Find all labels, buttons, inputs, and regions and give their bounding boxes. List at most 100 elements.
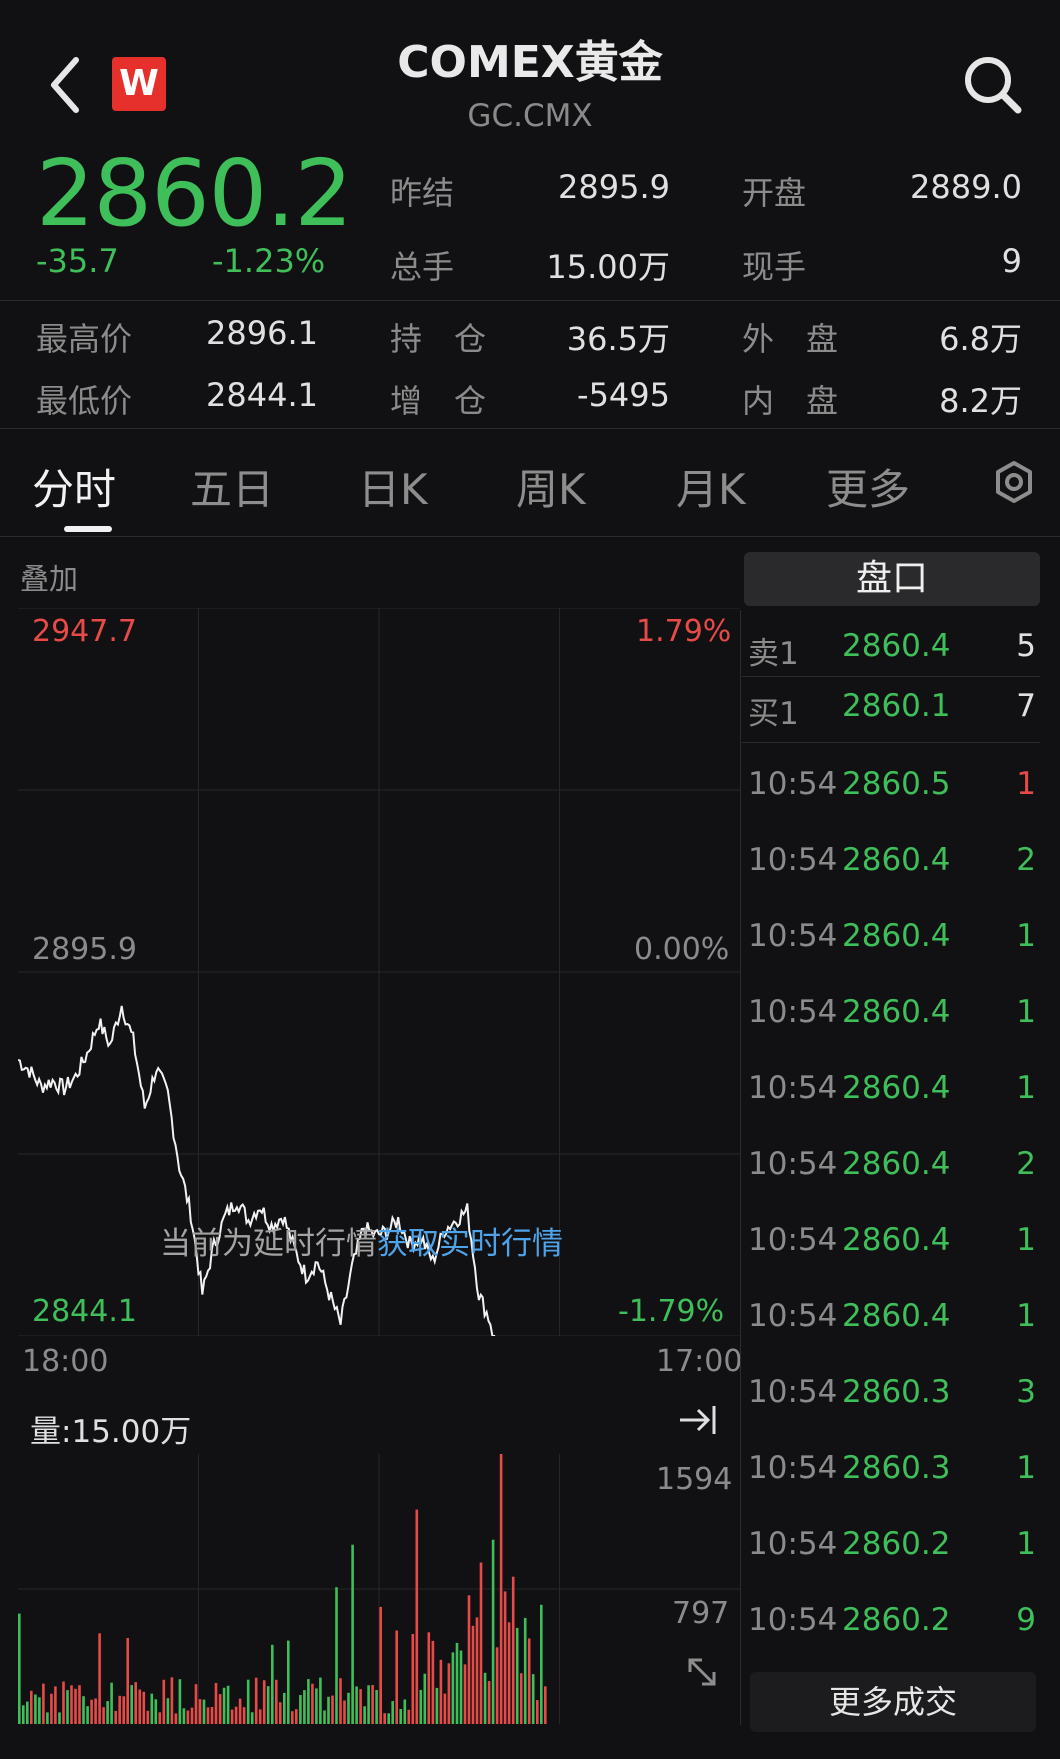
- search-button[interactable]: [960, 52, 1026, 118]
- y-axis-bottom-label: 2844.1: [32, 1294, 137, 1329]
- volume-bar: [315, 1688, 318, 1724]
- volume-bar: [536, 1700, 539, 1724]
- tab-more[interactable]: 更多: [826, 456, 910, 517]
- volume-bar: [74, 1688, 77, 1724]
- volume-bar: [174, 1713, 178, 1724]
- volume-bar: [279, 1702, 282, 1724]
- volume-bar: [42, 1683, 45, 1724]
- tab-five-day[interactable]: 五日: [190, 456, 274, 517]
- volume-bar: [443, 1693, 447, 1724]
- chart-settings-button[interactable]: [992, 460, 1036, 504]
- volume-bar: [62, 1681, 65, 1724]
- trade-price: 2860.5: [842, 766, 951, 802]
- instrument-code: GC.CMX: [467, 98, 593, 134]
- volume-bar: [383, 1713, 386, 1724]
- volume-bar: [82, 1696, 85, 1724]
- volume-bar: [186, 1710, 190, 1724]
- page-title: COMEX黄金: [397, 37, 663, 88]
- trade-time: 10:54: [748, 994, 838, 1030]
- volume-bar: [367, 1685, 370, 1724]
- collapse-right-icon: [680, 1406, 716, 1434]
- tab-intraday[interactable]: 分时: [32, 456, 116, 517]
- collapse-panel-button[interactable]: [674, 1398, 722, 1442]
- stat-label: 内 盘: [742, 382, 839, 420]
- last-price: 2860.2: [36, 140, 353, 247]
- trade-price: 2860.4: [842, 842, 951, 878]
- volume-bar: [439, 1659, 443, 1724]
- volume-bar: [475, 1617, 479, 1724]
- orderbook-tab[interactable]: 盘口: [744, 552, 1040, 606]
- volume-bar: [355, 1686, 358, 1724]
- volume-bar: [150, 1693, 154, 1724]
- volume-bar: [295, 1709, 298, 1724]
- price-change: -35.7: [36, 242, 119, 280]
- tab-daily-k[interactable]: 日K: [358, 456, 428, 517]
- volume-bar: [46, 1712, 49, 1724]
- volume-bar: [170, 1677, 174, 1724]
- more-trades-button[interactable]: 更多成交: [750, 1672, 1036, 1732]
- overlay-button[interactable]: 叠加: [20, 556, 78, 598]
- volume-bar: [162, 1679, 166, 1724]
- volume-bar: [435, 1687, 439, 1724]
- volume-mid-label: 797: [672, 1596, 730, 1631]
- stat-value: 6.8万: [939, 320, 1022, 358]
- volume-bar: [303, 1690, 306, 1724]
- volume-bar: [483, 1672, 487, 1724]
- volume-bar: [451, 1652, 455, 1724]
- tab-weekly-k[interactable]: 周K: [516, 456, 586, 517]
- volume-bar: [487, 1681, 491, 1724]
- fullscreen-button[interactable]: [682, 1652, 722, 1692]
- divider: [0, 536, 1060, 537]
- trade-row: 10:54 2860.4 1: [748, 1290, 1038, 1350]
- price-change-pct: -1.23%: [212, 242, 326, 280]
- volume-bar: [198, 1699, 202, 1724]
- trade-row: 10:54 2860.4 1: [748, 1214, 1038, 1274]
- volume-bar: [519, 1673, 523, 1724]
- volume-bar: [387, 1713, 390, 1724]
- volume-bar: [138, 1689, 142, 1724]
- volume-bar: [190, 1707, 194, 1724]
- volume-bar: [230, 1709, 234, 1724]
- trade-time: 10:54: [748, 766, 838, 802]
- volume-bar: [130, 1685, 133, 1724]
- volume-bar: [226, 1685, 230, 1724]
- volume-bar: [54, 1686, 57, 1724]
- trade-qty: 1: [1016, 1070, 1036, 1106]
- pct-axis-bottom-label: -1.79%: [618, 1294, 725, 1329]
- realtime-quote-link[interactable]: 获取实时行情: [377, 1226, 563, 1262]
- trade-row: 10:54 2860.4 2: [748, 1138, 1038, 1198]
- volume-bar: [339, 1678, 342, 1724]
- volume-bar: [307, 1679, 310, 1724]
- volume-bar: [459, 1650, 463, 1724]
- volume-bar: [178, 1679, 182, 1724]
- volume-bar: [66, 1690, 69, 1724]
- trade-qty: 2: [1016, 1146, 1036, 1182]
- trade-price: 2860.2: [842, 1602, 951, 1638]
- volume-bar: [94, 1698, 97, 1724]
- volume-bar: [118, 1695, 121, 1724]
- volume-bar: [343, 1700, 346, 1724]
- volume-bar: [114, 1710, 117, 1724]
- tab-monthly-k[interactable]: 月K: [676, 456, 746, 517]
- trade-price: 2860.3: [842, 1374, 951, 1410]
- pct-axis-top-label: 1.79%: [636, 614, 732, 649]
- trade-price: 2860.4: [842, 1070, 951, 1106]
- volume-bar: [419, 1689, 423, 1724]
- volume-bar: [375, 1690, 378, 1724]
- trade-time: 10:54: [748, 1374, 838, 1410]
- delayed-text: 当前为延时行情: [160, 1226, 377, 1262]
- volume-bar: [18, 1613, 21, 1724]
- volume-max-label: 1594: [656, 1462, 733, 1497]
- stat-value: 36.5万: [566, 320, 670, 358]
- volume-bar: [363, 1706, 366, 1724]
- volume-bar: [471, 1625, 475, 1724]
- pct-axis-mid-label: 0.00%: [634, 932, 730, 967]
- trade-qty: 2: [1016, 842, 1036, 878]
- volume-bar: [106, 1701, 109, 1724]
- volume-bar: [391, 1701, 394, 1724]
- volume-bar: [319, 1677, 322, 1724]
- volume-bar: [234, 1706, 238, 1724]
- volume-bar: [214, 1683, 218, 1724]
- volume-bar: [527, 1638, 531, 1724]
- volume-bar: [463, 1664, 467, 1724]
